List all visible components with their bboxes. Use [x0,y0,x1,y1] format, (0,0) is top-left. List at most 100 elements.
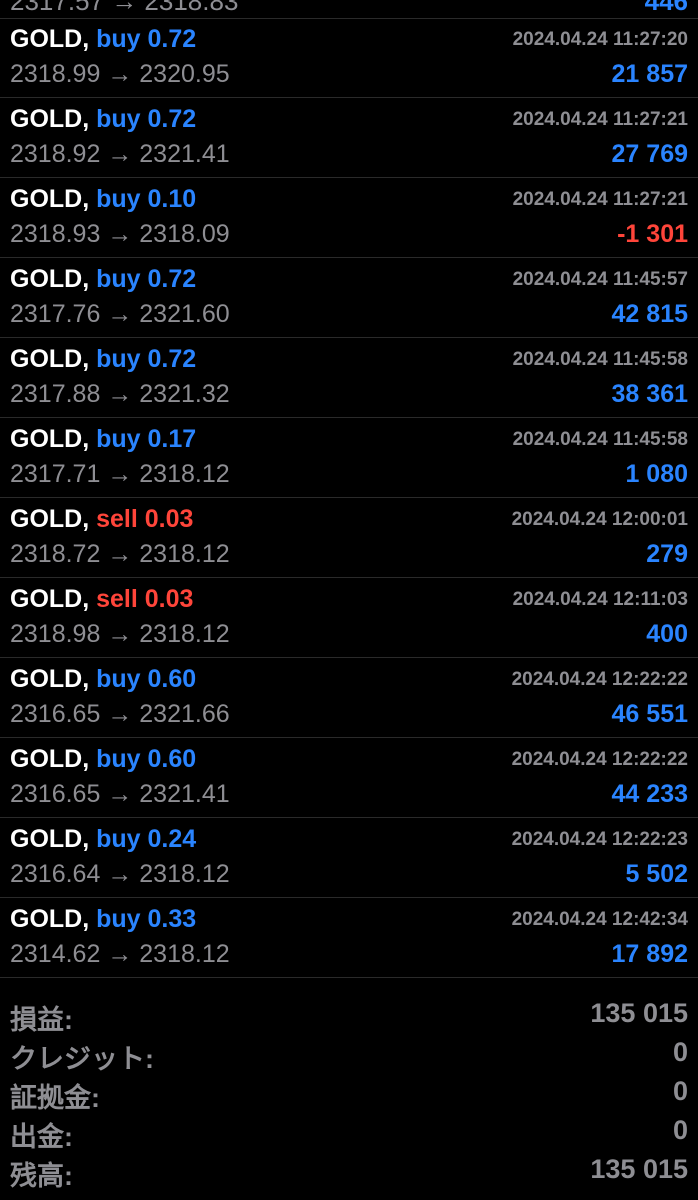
deal-side: buy [96,745,141,773]
deal-title: GOLD, buy 0.72 [10,345,196,374]
deal-symbol: GOLD, [10,665,90,693]
deal-symbol: GOLD, [10,265,90,293]
deal-title: GOLD, buy 0.24 [10,825,196,854]
arrow-icon: → [107,860,133,888]
deal-prices: 2318.93 → 2318.09 [10,220,230,249]
partial-prices: 2317.57 → 2318.83 [10,0,239,16]
deal-prices: 2317.71 → 2318.12 [10,460,230,489]
deal-title: GOLD, buy 0.10 [10,185,196,214]
deal-side: buy [96,265,141,293]
deal-side: buy [96,25,141,53]
open-price: 2317.76 [10,300,101,328]
summary-label: クレジット: [10,1044,154,1074]
deal-time: 2024.04.24 11:27:20 [512,29,688,50]
close-price: 2321.41 [139,140,230,168]
summary-value: 0 [672,1037,688,1067]
deal-time: 2024.04.24 11:27:21 [512,189,688,210]
deal-row[interactable]: GOLD, buy 0.72 2024.04.24 11:45:57 2317.… [0,258,698,338]
deal-time: 2024.04.24 11:27:21 [512,109,688,130]
close-price: 2318.12 [139,460,230,488]
deal-prices: 2318.72 → 2318.12 [10,540,230,569]
deal-row[interactable]: GOLD, buy 0.33 2024.04.24 12:42:34 2314.… [0,898,698,978]
deal-row[interactable]: GOLD, buy 0.72 2024.04.24 11:45:58 2317.… [0,338,698,418]
arrow-icon: → [107,620,133,648]
deal-volume: 0.33 [147,905,197,933]
summary-label: 証拠金: [10,1083,100,1113]
deal-profit: 400 [646,620,688,648]
deal-prices: 2317.76 → 2321.60 [10,300,230,329]
deal-prices: 2318.98 → 2318.12 [10,620,230,649]
deal-title: GOLD, buy 0.60 [10,745,196,774]
deal-row[interactable]: GOLD, buy 0.24 2024.04.24 12:22:23 2316.… [0,818,698,898]
close-price: 2321.66 [139,700,230,728]
deal-time: 2024.04.24 12:42:34 [511,909,688,930]
deal-row[interactable]: GOLD, buy 0.72 2024.04.24 11:27:20 2318.… [0,18,698,98]
deal-side: sell [96,585,138,613]
deal-row[interactable]: GOLD, buy 0.10 2024.04.24 11:27:21 2318.… [0,178,698,258]
close-price: 2318.12 [139,860,230,888]
summary-value: 135 015 [590,998,688,1028]
deal-title: GOLD, buy 0.72 [10,25,196,54]
summary-value: 0 [672,1115,688,1145]
deal-side: buy [96,905,141,933]
deal-row[interactable]: GOLD, buy 0.60 2024.04.24 12:22:22 2316.… [0,658,698,738]
deal-profit: 21 857 [611,60,688,88]
deal-profit: 1 080 [625,460,688,488]
deal-profit: 17 892 [611,940,688,968]
deal-profit: 279 [646,540,688,568]
deal-prices: 2316.65 → 2321.66 [10,700,230,729]
deal-title: GOLD, buy 0.17 [10,425,196,454]
deal-prices: 2316.65 → 2321.41 [10,780,230,809]
arrow-icon: → [107,460,133,488]
arrow-icon: → [107,700,133,728]
summary-row: 証拠金: 0 [0,1074,698,1113]
open-price: 2318.93 [10,220,101,248]
arrow-icon: → [107,940,133,968]
arrow-icon: → [107,220,133,248]
summary-label: 損益: [10,1005,73,1035]
summary-value: 135 015 [590,1154,688,1184]
deal-volume: 0.72 [147,25,197,53]
deal-volume: 0.03 [144,585,194,613]
close-price: 2321.60 [139,300,230,328]
close-price: 2318.09 [139,220,230,248]
deal-profit: -1 301 [617,220,688,248]
arrow-icon: → [107,60,133,88]
deal-time: 2024.04.24 12:00:01 [511,509,688,530]
deal-row[interactable]: GOLD, sell 0.03 2024.04.24 12:00:01 2318… [0,498,698,578]
deal-symbol: GOLD, [10,825,90,853]
summary-label: 残高: [10,1161,73,1191]
open-price: 2318.99 [10,60,101,88]
arrow-icon: → [107,540,133,568]
deal-symbol: GOLD, [10,425,90,453]
open-price: 2317.88 [10,380,101,408]
open-price: 2318.98 [10,620,101,648]
open-price: 2316.64 [10,860,101,888]
deal-profit: 27 769 [611,140,688,168]
deal-row[interactable]: GOLD, buy 0.60 2024.04.24 12:22:22 2316.… [0,738,698,818]
deal-volume: 0.03 [144,505,194,533]
deal-time: 2024.04.24 12:22:23 [511,829,688,850]
close-price: 2318.12 [139,940,230,968]
open-price: 2314.62 [10,940,101,968]
partial-profit: 446 [644,0,688,16]
deal-title: GOLD, buy 0.72 [10,105,196,134]
deal-symbol: GOLD, [10,185,90,213]
deal-symbol: GOLD, [10,105,90,133]
open-price: 2318.72 [10,540,101,568]
deal-row[interactable]: GOLD, buy 0.72 2024.04.24 11:27:21 2318.… [0,98,698,178]
summary-label: 出金: [10,1122,73,1152]
deal-volume: 0.60 [147,665,197,693]
deal-volume: 0.72 [147,265,197,293]
partial-deal-row[interactable]: 2317.57 → 2318.83 446 [0,0,698,19]
close-price: 2321.41 [139,780,230,808]
deal-row[interactable]: GOLD, buy 0.17 2024.04.24 11:45:58 2317.… [0,418,698,498]
deal-row[interactable]: GOLD, sell 0.03 2024.04.24 12:11:03 2318… [0,578,698,658]
deal-profit: 38 361 [611,380,688,408]
deal-symbol: GOLD, [10,25,90,53]
close-price: 2320.95 [139,60,230,88]
deal-title: GOLD, buy 0.60 [10,665,196,694]
deal-time: 2024.04.24 11:45:58 [512,429,688,450]
deal-prices: 2317.88 → 2321.32 [10,380,230,409]
deal-prices: 2314.62 → 2318.12 [10,940,230,969]
